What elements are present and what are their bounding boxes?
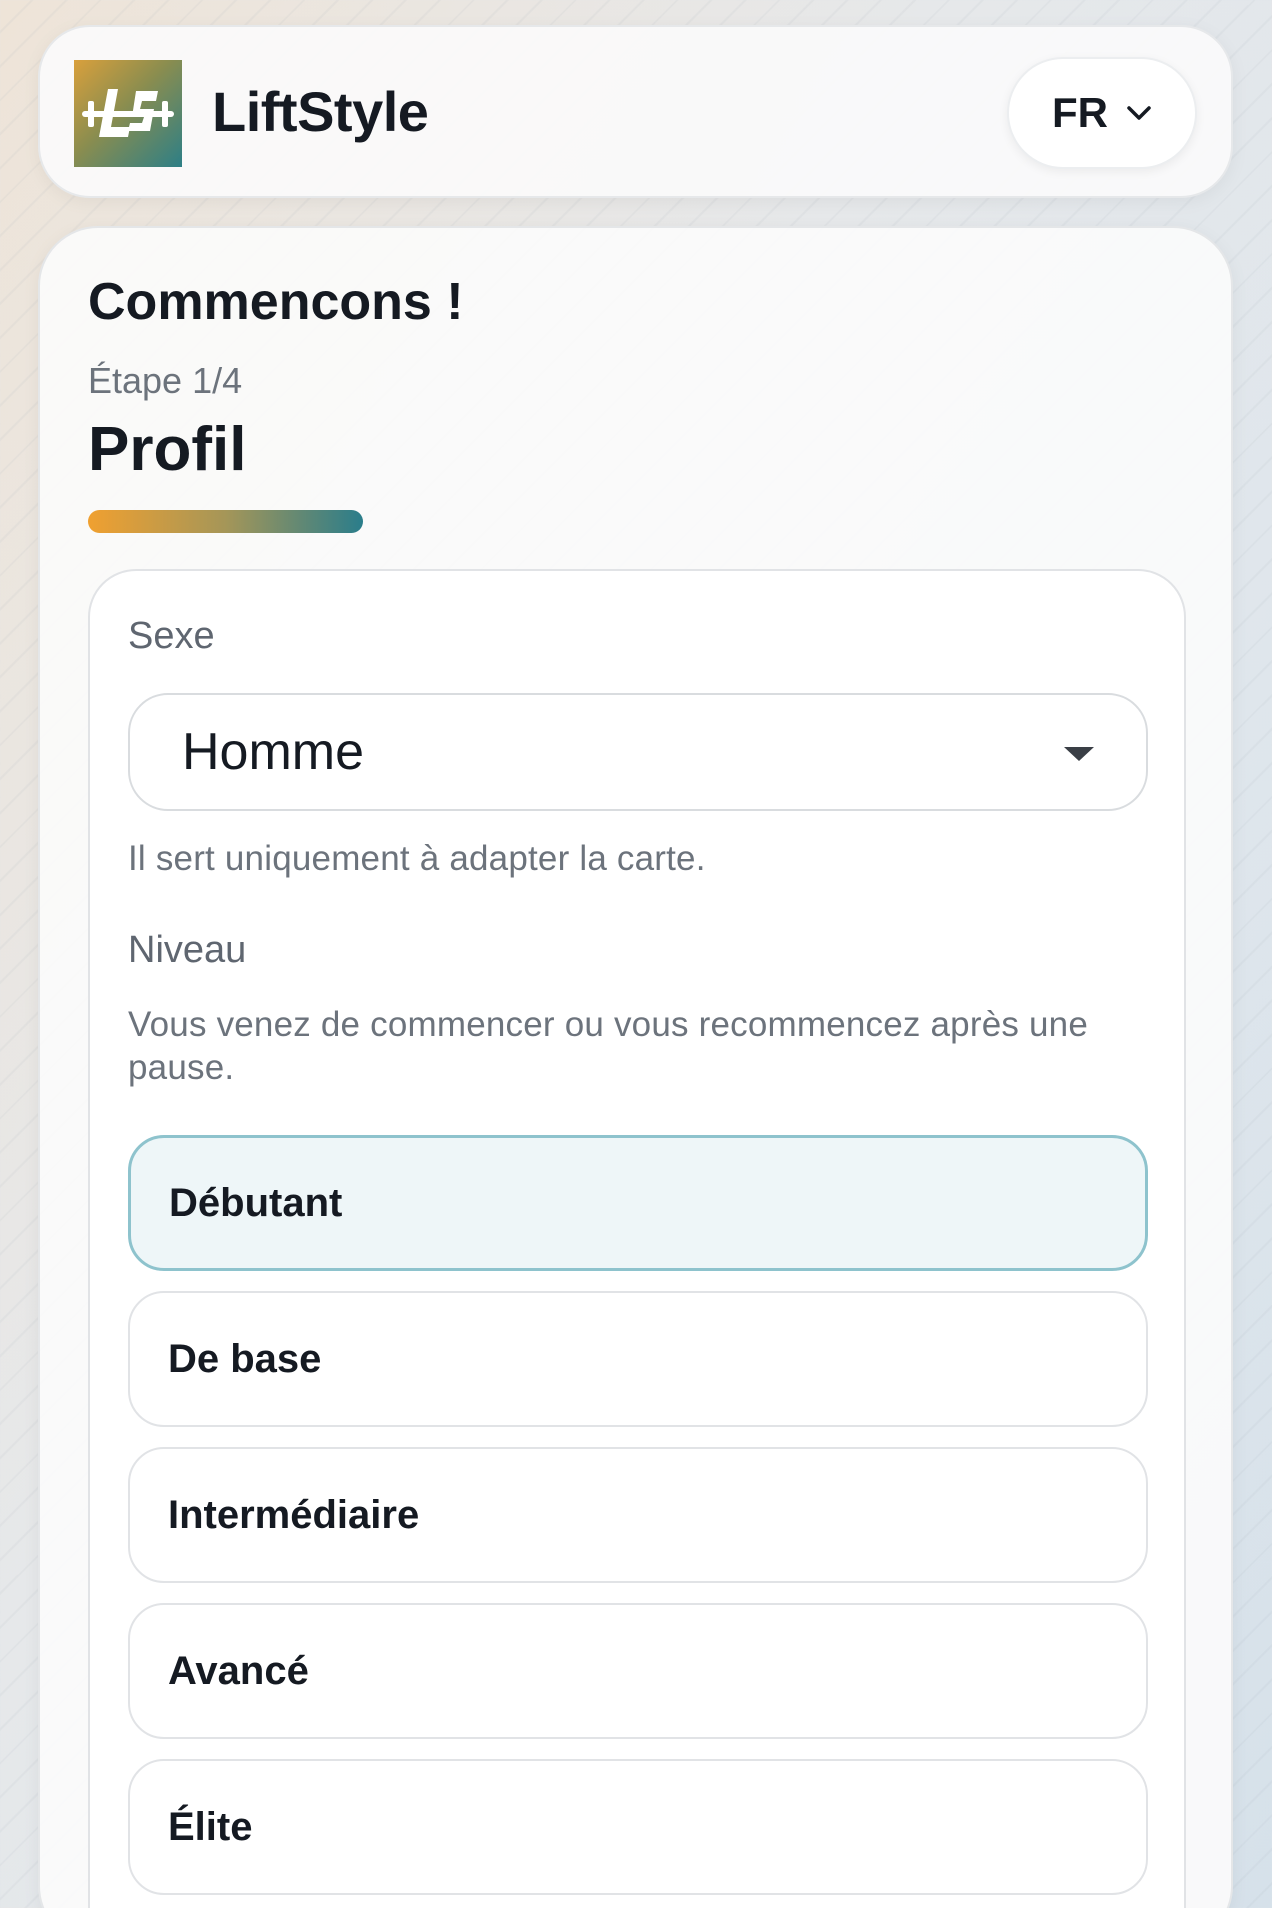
chevron-down-icon (1127, 106, 1151, 120)
level-option-avance[interactable]: Avancé (128, 1603, 1148, 1739)
level-option-de-base[interactable]: De base (128, 1291, 1148, 1427)
sex-select-value: Homme (182, 723, 365, 781)
step-title: Profil (88, 415, 247, 484)
sex-help-text: Il sert uniquement à adapter la carte. (128, 839, 706, 878)
level-option-intermediaire[interactable]: Intermédiaire (128, 1447, 1148, 1583)
liftstyle-logo-icon[interactable] (74, 60, 182, 167)
page-title: Commencons ! (88, 273, 464, 331)
brand-name: LiftStyle (212, 80, 429, 143)
level-label: Niveau (128, 929, 247, 971)
onboarding-card: Commencons ! Étape 1/4 Profil Sexe Homme… (38, 226, 1233, 1908)
language-selector[interactable]: FR (1007, 57, 1197, 169)
level-option-label: Intermédiaire (168, 1492, 420, 1537)
level-option-debutant[interactable]: Débutant (128, 1135, 1148, 1271)
step-indicator: Étape 1/4 (88, 360, 243, 401)
sex-select[interactable]: Homme (128, 693, 1148, 811)
caret-down-icon (1064, 747, 1094, 761)
profile-form: Sexe Homme Il sert uniquement à adapter … (88, 569, 1186, 1908)
level-option-elite[interactable]: Élite (128, 1759, 1148, 1895)
level-option-label: Élite (168, 1804, 253, 1849)
step-progress-bar (88, 510, 363, 533)
app-header: LiftStyle FR (38, 25, 1233, 198)
level-description: Vous venez de commencer ou vous recommen… (128, 1005, 1088, 1087)
language-label: FR (1052, 89, 1108, 136)
sex-label: Sexe (128, 615, 215, 657)
level-option-label: Avancé (168, 1648, 309, 1693)
level-option-label: Débutant (169, 1180, 343, 1225)
level-option-label: De base (168, 1336, 322, 1381)
